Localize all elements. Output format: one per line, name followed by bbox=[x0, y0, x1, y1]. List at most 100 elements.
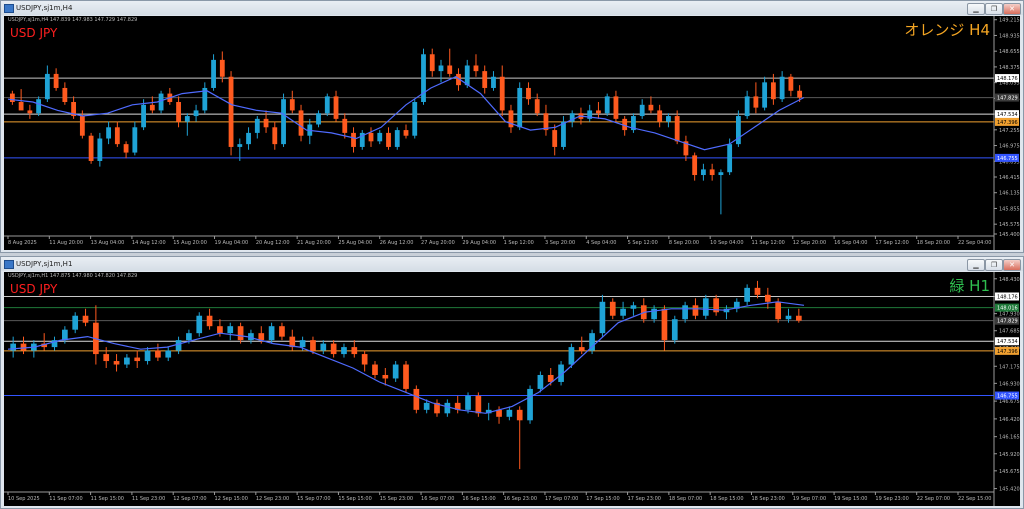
time-tick-label: 8 Aug 2025 bbox=[8, 240, 37, 246]
price-level-label: 148.016 bbox=[997, 306, 1018, 312]
candle-body bbox=[114, 127, 120, 145]
candle-body bbox=[534, 99, 540, 114]
timeframe-label: オレンジ H4 bbox=[904, 21, 990, 39]
minimize-button[interactable]: ▁ bbox=[967, 259, 985, 271]
price-tick-label: 146.415 bbox=[999, 175, 1020, 181]
candle-body bbox=[149, 104, 155, 111]
price-tick-label: 149.215 bbox=[999, 18, 1020, 24]
price-tick-label: 146.420 bbox=[999, 417, 1020, 423]
candle-body bbox=[639, 104, 645, 117]
candle-body bbox=[753, 96, 759, 108]
candle-body bbox=[438, 65, 444, 72]
chart-plot-area[interactable]: 148.430148.175147.930147.685147.440147.1… bbox=[4, 272, 1020, 506]
candle-body bbox=[310, 340, 316, 351]
time-tick-label: 10 Sep 04:00 bbox=[710, 240, 743, 246]
price-tick-label: 146.135 bbox=[999, 191, 1020, 197]
candle-body bbox=[447, 65, 453, 74]
time-tick-label: 12 Sep 07:00 bbox=[173, 496, 206, 502]
time-tick-label: 17 Sep 23:00 bbox=[628, 496, 661, 502]
candle-body bbox=[692, 305, 699, 316]
candle-body bbox=[657, 110, 663, 122]
close-button[interactable]: ✕ bbox=[1003, 259, 1021, 271]
time-tick-label: 11 Sep 12:00 bbox=[751, 240, 784, 246]
candle-body bbox=[217, 326, 223, 334]
candlestick-chart[interactable]: 148.430148.175147.930147.685147.440147.1… bbox=[4, 272, 1020, 506]
chart-window-h1[interactable]: USDJPY,sj1m,H1 ▁ ❐ ✕ 148.430148.175147.9… bbox=[0, 256, 1024, 509]
maximize-button[interactable]: ❐ bbox=[985, 3, 1003, 15]
close-button[interactable]: ✕ bbox=[1003, 3, 1021, 15]
window-title: USDJPY,sj1m,H1 bbox=[16, 260, 73, 268]
time-tick-label: 18 Sep 20:00 bbox=[917, 240, 950, 246]
candle-body bbox=[79, 116, 85, 136]
time-tick-label: 12 Sep 20:00 bbox=[793, 240, 826, 246]
candle-body bbox=[465, 395, 471, 410]
time-tick-label: 14 Aug 12:00 bbox=[132, 240, 166, 246]
maximize-button[interactable]: ❐ bbox=[985, 259, 1003, 271]
candle-body bbox=[609, 301, 616, 316]
candle-body bbox=[228, 76, 234, 147]
candle-body bbox=[27, 110, 33, 114]
candle-body bbox=[237, 144, 243, 147]
candle-body bbox=[123, 144, 129, 153]
minimize-button[interactable]: ▁ bbox=[967, 3, 985, 15]
candle-body bbox=[165, 350, 172, 358]
candle-body bbox=[20, 343, 27, 351]
candle-body bbox=[175, 340, 182, 351]
candle-body bbox=[394, 130, 400, 147]
window-titlebar[interactable]: USDJPY,sj1m,H1 ▁ ❐ ✕ bbox=[1, 257, 1023, 271]
candle-body bbox=[770, 82, 776, 100]
time-tick-label: 15 Aug 20:00 bbox=[173, 240, 207, 246]
candle-body bbox=[797, 90, 803, 98]
candle-body bbox=[671, 319, 678, 341]
candlestick-chart[interactable]: 149.215148.935148.655148.375148.095147.8… bbox=[4, 16, 1020, 250]
time-tick-label: 10 Sep 2025 bbox=[8, 496, 40, 502]
candle-body bbox=[351, 132, 356, 147]
time-tick-label: 16 Sep 07:00 bbox=[421, 496, 454, 502]
candle-body bbox=[134, 357, 141, 362]
candle-body bbox=[268, 326, 275, 341]
candle-body bbox=[377, 132, 383, 142]
candle-body bbox=[279, 326, 285, 337]
candle-body bbox=[527, 388, 533, 421]
time-tick-label: 11 Sep 23:00 bbox=[132, 496, 165, 502]
candle-body bbox=[9, 93, 15, 103]
price-tick-label: 146.975 bbox=[999, 144, 1020, 150]
time-tick-label: 8 Sep 20:00 bbox=[669, 240, 699, 246]
candle-body bbox=[423, 402, 430, 410]
candle-body bbox=[701, 169, 706, 176]
time-tick-label: 11 Aug 20:00 bbox=[49, 240, 83, 246]
candle-body bbox=[176, 102, 181, 122]
candle-body bbox=[491, 76, 496, 88]
time-tick-label: 11 Sep 07:00 bbox=[49, 496, 82, 502]
candle-body bbox=[372, 364, 378, 375]
window-titlebar[interactable]: USDJPY,sj1m,H4 ▁ ❐ ✕ bbox=[1, 1, 1023, 15]
candle-body bbox=[744, 96, 750, 117]
time-tick-label: 15 Sep 15:00 bbox=[338, 496, 371, 502]
time-tick-label: 25 Aug 04:00 bbox=[338, 240, 372, 246]
time-tick-label: 27 Aug 20:00 bbox=[421, 240, 455, 246]
candle-body bbox=[506, 409, 513, 417]
chart-plot-area[interactable]: 149.215148.935148.655148.375148.095147.8… bbox=[4, 16, 1020, 250]
candle-body bbox=[552, 130, 558, 147]
price-tick-label: 147.175 bbox=[999, 364, 1020, 370]
time-tick-label: 22 Sep 07:00 bbox=[917, 496, 950, 502]
time-tick-label: 17 Sep 15:00 bbox=[586, 496, 619, 502]
candle-body bbox=[392, 364, 399, 379]
candle-body bbox=[599, 301, 606, 334]
candle-body bbox=[661, 308, 668, 341]
candle-body bbox=[412, 102, 418, 136]
candle-body bbox=[72, 315, 79, 330]
candle-body bbox=[744, 287, 750, 302]
time-tick-label: 22 Sep 04:00 bbox=[958, 240, 991, 246]
candle-body bbox=[351, 347, 358, 355]
candle-body bbox=[281, 99, 286, 145]
time-tick-label: 20 Aug 12:00 bbox=[256, 240, 290, 246]
candle-body bbox=[258, 333, 265, 341]
candle-body bbox=[62, 329, 68, 341]
candle-body bbox=[141, 104, 146, 128]
candle-body bbox=[413, 388, 420, 410]
time-tick-label: 11 Sep 15:00 bbox=[91, 496, 124, 502]
chart-window-h4[interactable]: USDJPY,sj1m,H4 ▁ ❐ ✕ 149.215 148.935 148.6… bbox=[0, 0, 1024, 253]
candle-body bbox=[254, 118, 260, 133]
window-title: USDJPY,sj1m,H4 bbox=[16, 4, 73, 12]
